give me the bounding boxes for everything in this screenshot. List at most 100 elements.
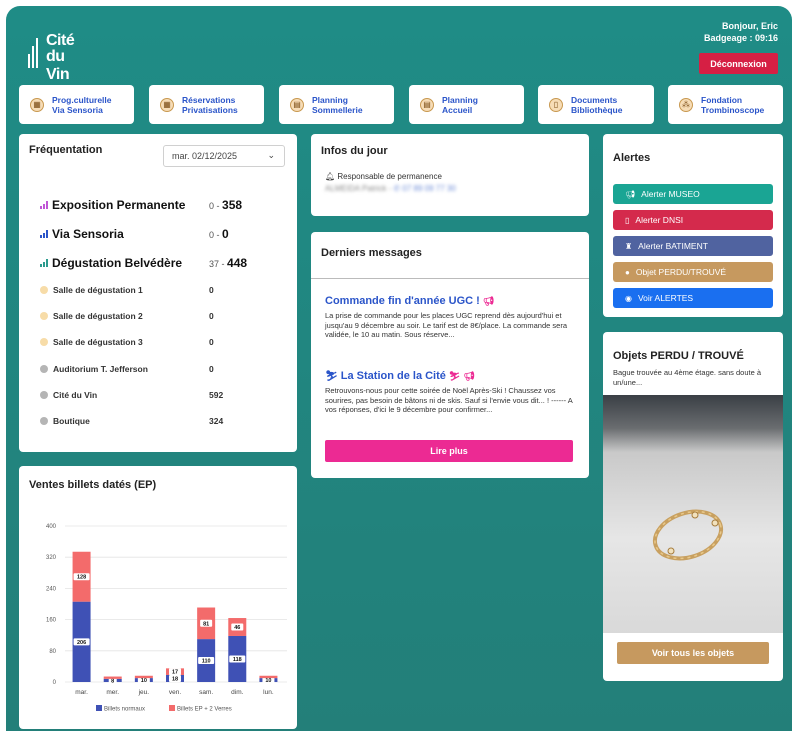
data-label: 46 [234, 625, 240, 631]
y-tick-label: 0 [53, 680, 57, 686]
data-label: 10 [265, 678, 271, 684]
nav-label: Planning Accueil [442, 94, 478, 115]
voir-alertes-button[interactable]: ◉ Voir ALERTES [613, 288, 773, 308]
freq-value: 324 [209, 416, 224, 426]
y-tick-label: 80 [49, 649, 56, 655]
freq-label: Dégustation Belvédère [52, 256, 183, 270]
bar-ep-verres [134, 675, 153, 679]
logout-button[interactable]: Déconnexion [699, 53, 778, 74]
bell-icon: 🔔︎ [325, 172, 336, 181]
phone-icon: ▯ [625, 215, 630, 225]
objets-title: Objets PERDU / TROUVÉ [613, 350, 744, 362]
frequentation-title: Fréquentation [29, 144, 103, 156]
building-icon: ♜ [625, 241, 633, 251]
data-label: 128 [77, 575, 86, 581]
message-title[interactable]: ⛷︎ La Station de la Cité ⛷︎ 📢︎ [325, 370, 475, 382]
freq-value: 592 [209, 390, 224, 400]
x-tick-label: mer. [106, 689, 119, 696]
alertes-title: Alertes [613, 152, 651, 164]
ventes-chart-card: Ventes billets datés (EP) 0 80 160 240 320 40… [19, 466, 297, 729]
app-frame: Cité du Vin Bonjour, Eric Badgeage : 09:… [6, 6, 792, 731]
status-dot-icon [40, 417, 48, 425]
freq-row: Auditorium T. Jefferson [40, 364, 148, 374]
message-body: Retrouvons-nous pour cette soirée de Noë… [325, 386, 573, 414]
nav-planning-sommellerie[interactable]: ▤ Planning Sommellerie [279, 85, 394, 124]
status-dot-icon [40, 286, 48, 294]
clipboard-icon: ▤ [290, 97, 304, 112]
nav-label: Réservations Privatisations [182, 94, 238, 115]
freq-main-value: 0 - 0 [209, 227, 229, 241]
objets-card: Objets PERDU / TROUVÉ Bague trouvée au 4… [603, 332, 783, 681]
ring-image [652, 509, 724, 561]
status-dot-icon [40, 338, 48, 346]
eye-icon: ◉ [625, 293, 632, 303]
info-icon: ● [625, 267, 630, 277]
alerter-batiment-button[interactable]: ♜ Alerter BATIMENT [613, 236, 773, 256]
bar-ep-verres [259, 675, 278, 679]
data-label: 206 [77, 640, 86, 646]
infos-title: Infos du jour [321, 145, 388, 157]
permanence-label: 🔔︎ Responsable de permanence [325, 172, 442, 181]
divider [311, 278, 589, 279]
data-label: 17 [172, 670, 178, 676]
legend-label: Billets normaux [104, 707, 145, 713]
status-dot-icon [40, 312, 48, 320]
lire-plus-button[interactable]: Lire plus [325, 440, 573, 462]
data-label: 118 [233, 657, 242, 663]
ventes-chart: 0 80 160 240 320 400 206 128 mar. 8 mer. 10 jeu. 1817… [46, 524, 287, 713]
data-label: 110 [202, 659, 211, 665]
freq-value: 0 [209, 285, 214, 295]
alerter-museo-button[interactable]: 📢︎ Alerter MUSEO [613, 184, 773, 204]
y-tick-label: 240 [46, 586, 57, 592]
freq-label: Exposition Permanente [52, 198, 186, 212]
skier-icon: ⛷︎ [325, 371, 338, 382]
data-label: 81 [203, 621, 209, 627]
y-tick-label: 320 [46, 555, 57, 561]
nav-reservations[interactable]: ▦ Réservations Privatisations [149, 85, 264, 124]
nav-documents[interactable]: ▯ Documents Bibliothèque [538, 85, 654, 124]
megaphone-icon: 📢︎ [625, 189, 636, 199]
data-label: 8 [111, 678, 114, 684]
freq-row: Cité du Vin [40, 390, 97, 400]
x-tick-label: ven. [169, 689, 181, 696]
date-select[interactable]: mar. 02/12/2025 ⌄ [163, 145, 285, 167]
nav-planning-accueil[interactable]: ▤ Planning Accueil [409, 85, 524, 124]
infos-card: Infos du jour 🔔︎ Responsable de permanen… [311, 134, 589, 216]
signal-icon [40, 230, 48, 238]
date-value: mar. 02/12/2025 [172, 151, 238, 161]
message-title[interactable]: Commande fin d'année UGC ! 📢︎ [325, 295, 494, 307]
badge-time: Badgeage : 09:16 [703, 33, 778, 43]
people-icon: ⁂ [679, 97, 693, 112]
freq-row: Salle de dégustation 1 [40, 285, 143, 295]
freq-row: Boutique [40, 416, 90, 426]
document-icon: ▯ [549, 97, 563, 112]
freq-value: 0 [209, 337, 214, 347]
objet-photo[interactable] [603, 395, 783, 633]
status-dot-icon [40, 391, 48, 399]
objet-description: Bague trouvée au 4ème étage. sans doute … [613, 368, 762, 387]
calendar-icon: ▦ [160, 97, 174, 112]
x-tick-label: jeu. [138, 689, 150, 696]
freq-main-row: Dégustation Belvédère [40, 256, 182, 270]
calendar-icon: ▦ [30, 97, 44, 112]
y-tick-label: 400 [46, 524, 57, 530]
legend-swatch [169, 705, 175, 711]
objet-perdu-button[interactable]: ● Objet PERDU/TROUVÉ [613, 262, 773, 282]
y-tick-label: 160 [46, 618, 57, 624]
status-dot-icon [40, 365, 48, 373]
chevron-down-icon: ⌄ [267, 150, 275, 160]
alerter-dnsi-button[interactable]: ▯ Alerter DNSI [613, 210, 773, 230]
nav-prog-culturelle[interactable]: ▦ Prog.culturelle Via Sensoria [19, 85, 134, 124]
megaphone-icon: 📢︎ [482, 296, 495, 306]
logo-line2: du Vin [46, 48, 70, 83]
bar-ep-verres [103, 676, 122, 679]
voir-objets-button[interactable]: Voir tous les objets [617, 642, 769, 664]
freq-value: 0 [209, 364, 214, 374]
freq-row: Salle de dégustation 3 [40, 337, 143, 347]
freq-value: 0 [209, 311, 214, 321]
nav-fondation[interactable]: ⁂ Fondation Trombinoscope [668, 85, 783, 124]
nav-label: Documents Bibliothèque [571, 94, 623, 115]
nav-label: Prog.culturelle Via Sensoria [52, 94, 112, 115]
freq-row: Salle de dégustation 2 [40, 311, 143, 321]
user-greeting: Bonjour, Eric Badgeage : 09:16 [704, 20, 778, 44]
